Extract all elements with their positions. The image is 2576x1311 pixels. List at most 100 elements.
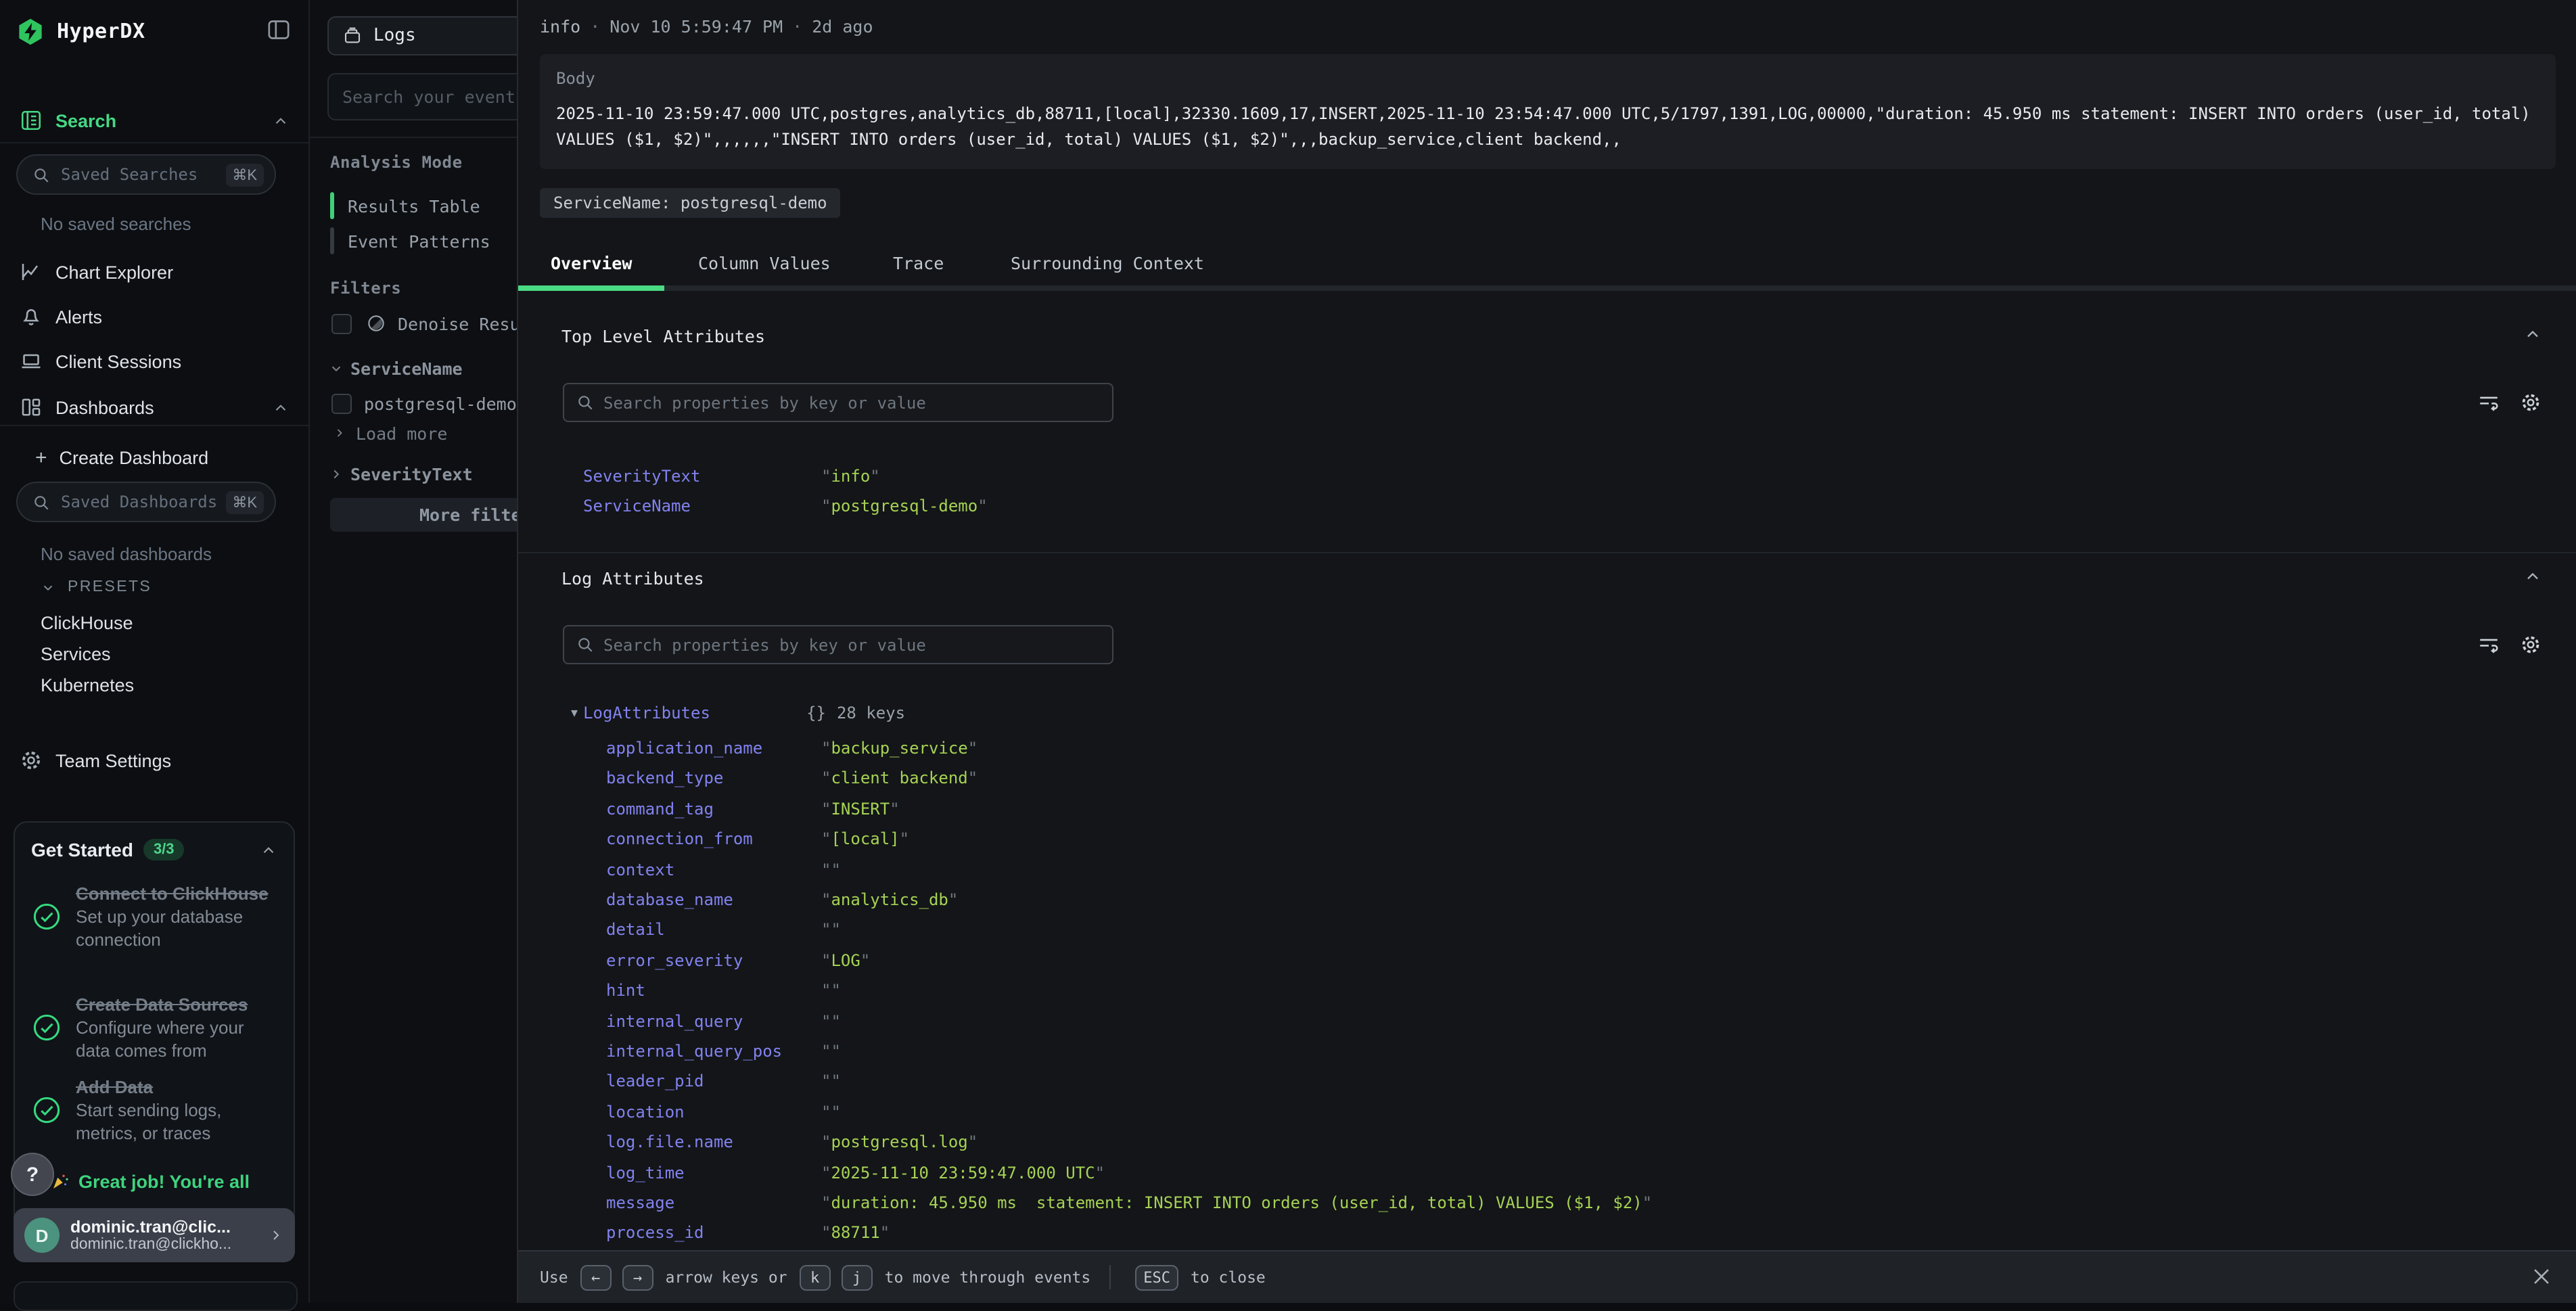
presets-toggle[interactable]: PRESETS [41,579,152,595]
attribute-row[interactable]: location [606,1097,841,1127]
tab-trace[interactable]: Trace [893,253,944,273]
attribute-row[interactable]: error_severityLOG [606,946,870,975]
attribute-value[interactable] [821,860,841,879]
sidebar-item-dashboards[interactable]: Dashboards [0,390,308,425]
attribute-value[interactable] [821,1103,841,1122]
attribute-value[interactable] [821,1072,841,1091]
saved-dashboards-input[interactable]: Saved Dashboards ⌘K [16,482,276,522]
attribute-key[interactable]: leader_pid [606,1072,821,1091]
attribute-key[interactable]: SeverityText [583,467,821,486]
attribute-key[interactable]: detail [606,921,821,940]
service-tag[interactable]: ServiceName: postgresql-demo [540,188,841,218]
attribute-row[interactable]: internal_query_pos [606,1036,841,1066]
attribute-row[interactable]: process_id88711 [606,1218,890,1248]
attribute-value[interactable]: INSERT [821,800,900,819]
attribute-key[interactable]: error_severity [606,951,821,970]
attribute-value[interactable]: 88711 [821,1224,890,1243]
attribute-key[interactable]: application_name [606,739,821,758]
attribute-key[interactable]: connection_from [606,829,821,848]
attribute-row[interactable]: command_tagINSERT [606,794,900,824]
attribute-key[interactable]: log_time [606,1163,821,1182]
attribute-value[interactable]: postgresql-demo [821,497,988,516]
get-started-header[interactable]: Get Started 3/3 [31,839,277,860]
attribute-value[interactable]: info [821,467,880,486]
attribute-row[interactable]: log.file.namepostgresql.log [606,1127,978,1157]
tab-surrounding-context[interactable]: Surrounding Context [1011,253,1204,273]
sidebar-item-alerts[interactable]: Alerts [0,299,308,334]
preset-clickhouse[interactable]: ClickHouse [41,613,133,633]
attribute-key[interactable]: internal_query [606,1011,821,1030]
chevron-up-icon[interactable] [2523,325,2542,344]
mode-results-table[interactable]: Results Table [330,191,480,221]
attribute-row[interactable]: log_time2025-11-10 23:59:47.000 UTC [606,1157,1105,1187]
user-menu[interactable]: D dominic.tran@clic... dominic.tran@clic… [14,1208,295,1262]
attribute-value[interactable] [821,1042,841,1061]
attribute-value[interactable]: postgresql.log [821,1132,978,1151]
attribute-row[interactable]: backend_typeclient backend [606,764,978,794]
gear-icon[interactable] [2519,391,2542,414]
preset-services[interactable]: Services [41,644,111,664]
filter-value-postgresql-demo[interactable]: postgresql-demo [331,391,517,415]
preset-kubernetes[interactable]: Kubernetes [41,675,134,695]
attribute-key[interactable]: message [606,1193,821,1212]
attribute-value[interactable] [821,981,841,1000]
attribute-key[interactable]: backend_type [606,769,821,788]
help-button[interactable]: ? [11,1153,54,1196]
chevron-up-icon[interactable] [2523,567,2542,586]
denoise-checkbox[interactable] [331,313,352,334]
attribute-key[interactable]: process_id [606,1224,821,1243]
attribute-row[interactable]: database_nameanalytics_db [606,885,958,915]
attribute-row[interactable]: application_namebackup_service [606,733,978,763]
attribute-value[interactable]: LOG [821,951,870,970]
attribute-value[interactable]: duration: 45.950 ms statement: INSERT IN… [821,1193,1652,1212]
tab-overview[interactable]: Overview [551,253,632,273]
chevron-up-icon[interactable] [272,398,290,416]
attribute-row[interactable]: SeverityTextinfo [583,461,880,491]
gear-icon[interactable] [2519,633,2542,656]
attribute-value[interactable]: backup_service [821,739,978,758]
wrap-text-icon[interactable] [2477,391,2500,414]
sidebar-item-client-sessions[interactable]: Client Sessions [0,344,308,379]
chevron-up-icon[interactable] [260,841,277,858]
filter-group-servicename[interactable]: ServiceName [329,356,463,380]
attribute-row[interactable]: internal_query [606,1006,841,1036]
mode-event-patterns[interactable]: Event Patterns [330,226,490,256]
attribute-row[interactable]: ServiceNamepostgresql-demo [583,492,988,522]
sidebar-item-chart-explorer[interactable]: Chart Explorer [0,254,308,290]
attribute-row[interactable]: context [606,854,841,884]
attribute-row[interactable]: hint [606,975,841,1005]
top-attributes-search-input[interactable]: Search properties by key or value [563,383,1113,422]
attribute-row[interactable]: connection_from[local] [606,824,909,854]
create-dashboard-button[interactable]: + Create Dashboard [35,446,208,469]
log-attributes-search-input[interactable]: Search properties by key or value [563,625,1113,664]
sidebar-item-team-settings[interactable]: Team Settings [0,743,308,778]
sidebar-collapse-icon[interactable] [265,16,292,43]
caret-down-icon[interactable]: ▾ [571,706,578,720]
tab-column-values[interactable]: Column Values [698,253,831,273]
attribute-key[interactable]: location [606,1103,821,1122]
attribute-value[interactable]: 2025-11-10 23:59:47.000 UTC [821,1163,1105,1182]
body-text[interactable]: 2025-11-10 23:59:47.000 UTC,postgres,ana… [556,101,2539,153]
attribute-value[interactable] [821,921,841,940]
filter-group-severitytext[interactable]: SeverityText [329,461,473,486]
attribute-row[interactable]: detail [606,915,841,945]
chevron-up-icon[interactable] [272,112,290,129]
attribute-row[interactable]: messageduration: 45.950 ms statement: IN… [606,1188,1652,1218]
close-icon[interactable] [2530,1265,2553,1288]
attribute-key[interactable]: log.file.name [606,1132,821,1151]
denoise-filter-row[interactable]: Denoise Resul [331,311,530,336]
log-attributes-root-row[interactable]: ▾ LogAttributes {} 28 keys [571,698,905,728]
service-checkbox[interactable] [331,393,352,413]
attribute-key[interactable]: command_tag [606,800,821,819]
attribute-value[interactable] [821,1011,841,1030]
wrap-text-icon[interactable] [2477,633,2500,656]
attribute-key[interactable]: database_name [606,890,821,909]
saved-searches-input[interactable]: Saved Searches ⌘K [16,154,276,195]
attribute-key[interactable]: hint [606,981,821,1000]
attribute-value[interactable]: client backend [821,769,978,788]
attribute-row[interactable]: leader_pid [606,1067,841,1097]
attribute-value[interactable]: analytics_db [821,890,958,909]
load-more-row[interactable]: Load more [333,421,447,445]
sidebar-item-search[interactable]: Search [0,103,308,138]
attribute-value[interactable]: [local] [821,829,909,848]
